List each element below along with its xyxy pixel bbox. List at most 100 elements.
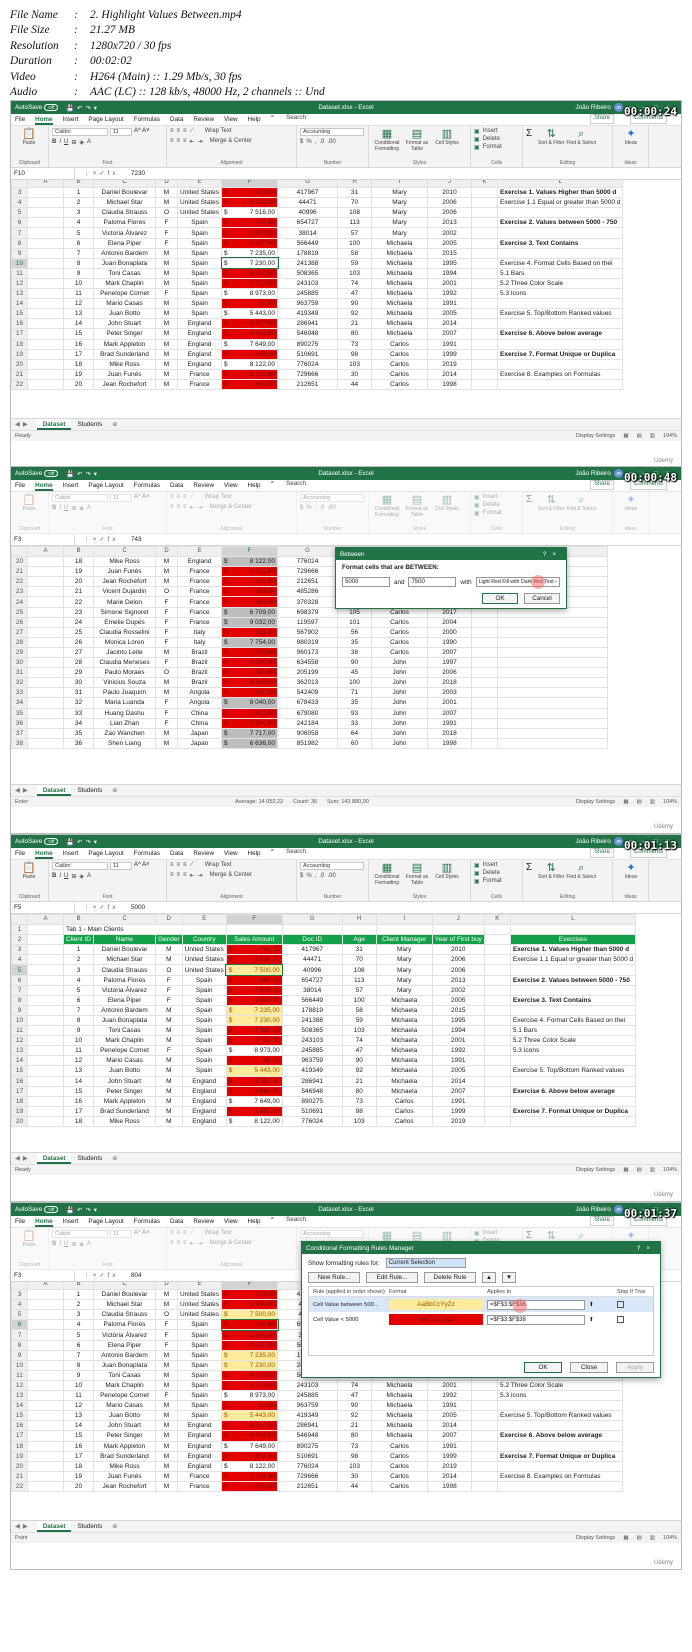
row-header[interactable]: 21 <box>11 566 28 578</box>
cell-gender[interactable]: M <box>155 378 178 390</box>
cell-a[interactable] <box>27 1359 64 1371</box>
normal-view-icon[interactable]: ▦ <box>623 433 628 439</box>
cell-sales-amount[interactable]: $1 682,00 <box>221 1450 279 1462</box>
cell-exercise[interactable]: Exercise 3. Text Contains <box>497 237 624 249</box>
cell-doc-id[interactable]: 729666 <box>277 566 338 578</box>
cell-exercise[interactable]: Exercise 1.1 Equal or greater than 5000 … <box>509 954 637 966</box>
cell-sales-amount[interactable]: $7 516,00 <box>221 207 279 219</box>
cell-client-id[interactable]: 12 <box>63 1055 94 1067</box>
cell-sales-amount[interactable]: $1 421,00 <box>221 707 278 719</box>
cell-country[interactable]: Brazil <box>177 667 222 679</box>
cell-a[interactable] <box>27 288 64 300</box>
cell-year[interactable]: 1991 <box>427 717 472 729</box>
cell-doc-id[interactable]: 241388 <box>281 1014 343 1027</box>
cell-country[interactable]: Angola <box>177 687 222 699</box>
cell-doc-id[interactable]: 508365 <box>281 1025 343 1037</box>
cell-client-id[interactable]: 4 <box>63 974 94 986</box>
cell-a[interactable] <box>27 737 64 749</box>
decrease-indent-icon[interactable]: ⇤ <box>190 504 195 511</box>
cell-a[interactable] <box>27 1420 64 1432</box>
cell-client-id[interactable]: 23 <box>63 606 94 618</box>
cell-client-manager[interactable]: John <box>371 677 428 689</box>
merge-center-button[interactable]: Merge & Center <box>210 1240 252 1247</box>
cell-age[interactable]: 103 <box>341 1115 377 1127</box>
cell-country[interactable]: France <box>177 616 222 628</box>
row-header[interactable]: 6 <box>11 974 28 986</box>
table-row[interactable]: 22 20 Jean Rochefort M France $1 669,00 212651… <box>11 378 624 390</box>
cell-age[interactable]: 90 <box>337 1400 373 1412</box>
cell-gender[interactable]: F <box>155 974 183 986</box>
cell-country[interactable]: Spain <box>181 1014 227 1027</box>
cell-doc-id[interactable]: 243103 <box>277 277 339 290</box>
cell-doc-id[interactable]: 286941 <box>277 1420 339 1432</box>
cell-age[interactable]: 73 <box>341 1095 377 1107</box>
edit-rule-button[interactable]: Edit Rule... <box>366 1272 418 1283</box>
cell-country[interactable]: Spain <box>176 247 223 259</box>
table-row[interactable]: 97Antonio BardemMSpain$7 235,0017881958M… <box>11 1004 637 1016</box>
row-header[interactable]: 6 <box>11 1319 28 1331</box>
cell-year[interactable]: 2000 <box>427 626 472 638</box>
cell-country[interactable]: Brazil <box>177 657 222 669</box>
row-header[interactable]: 11 <box>11 1369 28 1381</box>
cell-k[interactable] <box>471 1410 499 1422</box>
cell-a[interactable] <box>27 1319 64 1331</box>
cell-gender[interactable]: M <box>155 1349 178 1361</box>
cell-gender[interactable]: F <box>155 697 178 709</box>
cell-country[interactable]: Spain <box>176 1319 223 1331</box>
column-header-B[interactable]: B <box>63 1282 94 1291</box>
insert-function-icon[interactable]: fx <box>108 1272 119 1279</box>
cell-year[interactable]: 2002 <box>431 984 485 996</box>
table-row[interactable]: 5 3 Claudia Strauss O United States $7 500,00… <box>11 963 637 977</box>
cell-gender[interactable]: M <box>155 298 178 310</box>
row-header[interactable]: 22 <box>11 576 28 588</box>
cell-country[interactable]: England <box>176 1450 223 1462</box>
cell-gender[interactable]: F <box>155 288 178 300</box>
cell-a[interactable] <box>27 576 64 588</box>
row-header[interactable]: 27 <box>11 626 28 638</box>
cell-a[interactable] <box>27 358 64 370</box>
cell-gender[interactable]: F <box>155 217 178 229</box>
cell-exercise[interactable]: Exercise 3. Text Contains <box>509 994 637 1006</box>
cell-name[interactable]: Jean Rochefort <box>93 378 156 390</box>
table-row[interactable]: 13 11 Penelope Cornet F Spain $8 973,00 245885… <box>11 1390 624 1402</box>
cell-country[interactable]: England <box>176 348 223 360</box>
cell-gender[interactable]: M <box>155 197 178 209</box>
fill-color-icon[interactable]: ◈ <box>79 873 84 880</box>
increase-decimal-icon[interactable]: .0 <box>319 873 324 879</box>
table-row[interactable]: 16 14 John Stuart M England $4 337,00 286941 21… <box>11 1420 624 1432</box>
cell-exercise[interactable]: 5.2 Three Color Scale <box>497 277 624 290</box>
cell-a[interactable] <box>27 636 64 648</box>
cell-name[interactable]: Lian Zhan <box>93 717 156 729</box>
cell-country[interactable]: England <box>176 338 223 350</box>
borders-icon[interactable]: ⊞ <box>71 139 76 146</box>
align-left-icon[interactable]: ≡ <box>170 138 174 145</box>
cell-exercise[interactable]: Exercise 4. Format Cells Based on thei <box>509 1014 637 1027</box>
row-header[interactable]: 5 <box>11 964 28 976</box>
cell-doc-id[interactable]: 963759 <box>277 298 339 310</box>
cells-format-button[interactable]: ▣Format <box>474 144 519 151</box>
delete-rule-button[interactable]: Delete Rule <box>424 1272 476 1283</box>
cell-k[interactable] <box>471 1400 499 1412</box>
cell-year[interactable]: 1991 <box>427 1400 473 1412</box>
cell-k[interactable] <box>483 1115 511 1127</box>
cell-sales-amount[interactable]: $4 337,00 <box>221 1420 279 1432</box>
cell-client-manager[interactable]: Carlos <box>375 1095 433 1107</box>
cell-age[interactable]: 57 <box>337 227 373 239</box>
cell-client-manager[interactable]: Michaela <box>371 247 429 259</box>
cell-sales-amount[interactable]: $2 151,00 <box>221 368 279 380</box>
cell-client-id[interactable]: 13 <box>63 308 94 320</box>
cell-doc-id[interactable]: 38014 <box>277 227 339 239</box>
cell-k[interactable] <box>483 1004 511 1016</box>
cell-exercise[interactable]: 5.3 Icons <box>509 1045 637 1057</box>
cell-exercise[interactable] <box>497 318 624 330</box>
increase-decimal-icon[interactable]: .0 <box>319 505 324 511</box>
cell-country[interactable]: England <box>176 328 223 340</box>
cell-gender[interactable]: M <box>155 1004 183 1016</box>
autosave-toggle[interactable]: AutoSave Off <box>15 104 59 111</box>
tab-home[interactable]: Home <box>35 850 53 859</box>
font-color-icon[interactable]: A <box>87 505 91 512</box>
cell-k[interactable] <box>471 1440 499 1452</box>
cell-a[interactable] <box>27 338 64 350</box>
cell-sales-amount[interactable]: $275,00 <box>221 687 278 699</box>
cell-country[interactable]: Spain <box>176 288 223 300</box>
